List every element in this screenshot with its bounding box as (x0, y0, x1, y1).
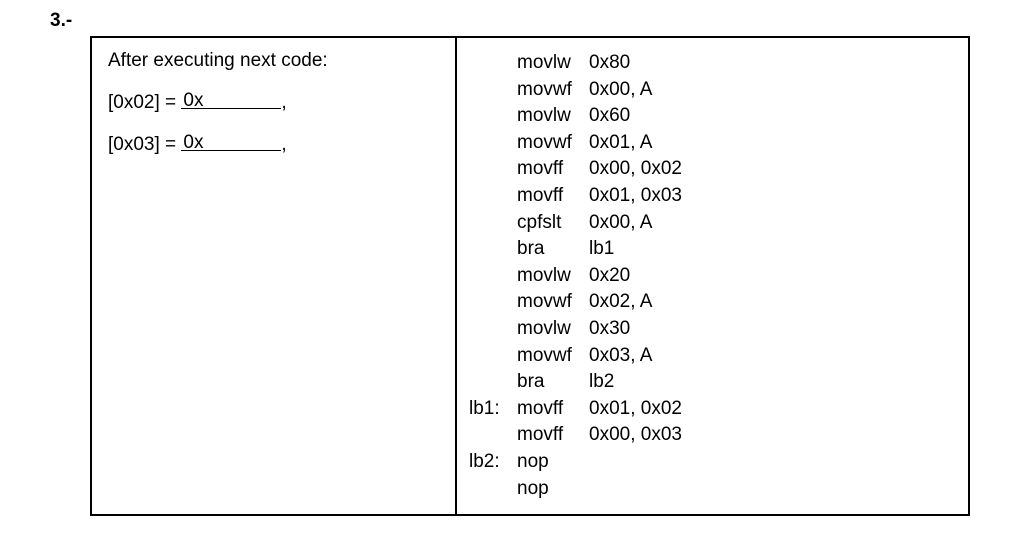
blank-underline-text: 0x (181, 90, 203, 111)
code-line: movwf0x02, A (469, 289, 952, 316)
code-args: 0x30 (589, 316, 630, 343)
code-args: lb1 (589, 236, 614, 263)
code-label (469, 236, 517, 263)
code-label (469, 210, 517, 237)
code-line: movlw0x80 (469, 50, 952, 77)
code-op: bra (517, 236, 589, 263)
code-op: movff (517, 156, 589, 183)
blank-prefix: [0x02] = (108, 92, 181, 113)
code-label (469, 316, 517, 343)
code-line: nop (469, 476, 952, 503)
blank-underline: 0x (181, 132, 281, 151)
code-args: 0x03, A (589, 343, 652, 370)
code-label (469, 422, 517, 449)
question-number: 3.- (30, 10, 994, 32)
code-op: movff (517, 183, 589, 210)
prompt-text: After executing next code: (108, 50, 439, 72)
code-line: movlw0x30 (469, 316, 952, 343)
code-op: movwf (517, 289, 589, 316)
code-label (469, 77, 517, 104)
code-args: lb2 (589, 369, 614, 396)
code-args: 0x00, 0x03 (589, 422, 682, 449)
code-args: 0x00, A (589, 77, 652, 104)
blank-underline: 0x (181, 90, 281, 109)
code-line: movlw0x60 (469, 103, 952, 130)
code-op: movwf (517, 343, 589, 370)
code-args: 0x00, A (589, 210, 652, 237)
blank-suffix: , (281, 92, 286, 113)
code-args: 0x60 (589, 103, 630, 130)
code-args: 0x01, 0x02 (589, 396, 682, 423)
code-line: movff0x00, 0x02 (469, 156, 952, 183)
right-column: movlw0x80movwf0x00, Amovlw0x60movwf0x01,… (457, 38, 968, 514)
code-line: cpfslt0x00, A (469, 210, 952, 237)
code-op: bra (517, 369, 589, 396)
code-label (469, 263, 517, 290)
question-container: After executing next code: [0x02] = 0x, … (90, 36, 970, 516)
code-label (469, 130, 517, 157)
code-label (469, 103, 517, 130)
code-args: 0x00, 0x02 (589, 156, 682, 183)
code-label (469, 369, 517, 396)
code-line: movwf0x03, A (469, 343, 952, 370)
code-op: movff (517, 396, 589, 423)
code-line: lb2:nop (469, 449, 952, 476)
code-label (469, 50, 517, 77)
blank-row-0: [0x02] = 0x, (108, 92, 439, 114)
code-args: 0x80 (589, 50, 630, 77)
code-line: movwf0x01, A (469, 130, 952, 157)
code-line: movff0x01, 0x03 (469, 183, 952, 210)
code-line: lb1:movff0x01, 0x02 (469, 396, 952, 423)
code-op: movlw (517, 103, 589, 130)
code-label (469, 343, 517, 370)
code-op: movlw (517, 50, 589, 77)
code-label: lb2: (469, 449, 517, 476)
code-args: 0x01, A (589, 130, 652, 157)
code-label: lb1: (469, 396, 517, 423)
code-op: movff (517, 422, 589, 449)
code-label (469, 183, 517, 210)
code-op: movwf (517, 130, 589, 157)
blank-row-1: [0x03] = 0x, (108, 134, 439, 156)
left-column: After executing next code: [0x02] = 0x, … (92, 38, 457, 514)
code-op: nop (517, 476, 589, 503)
code-line: bralb1 (469, 236, 952, 263)
code-label (469, 289, 517, 316)
code-block: movlw0x80movwf0x00, Amovlw0x60movwf0x01,… (469, 50, 952, 502)
code-line: bralb2 (469, 369, 952, 396)
blank-suffix: , (281, 134, 286, 155)
code-op: movwf (517, 77, 589, 104)
code-args: 0x02, A (589, 289, 652, 316)
code-label (469, 156, 517, 183)
code-line: movlw0x20 (469, 263, 952, 290)
blank-underline-text: 0x (181, 132, 203, 153)
code-op: cpfslt (517, 210, 589, 237)
code-label (469, 476, 517, 503)
code-op: nop (517, 449, 589, 476)
code-args: 0x20 (589, 263, 630, 290)
code-op: movlw (517, 316, 589, 343)
code-args: 0x01, 0x03 (589, 183, 682, 210)
blank-prefix: [0x03] = (108, 134, 181, 155)
code-line: movff0x00, 0x03 (469, 422, 952, 449)
code-op: movlw (517, 263, 589, 290)
code-line: movwf0x00, A (469, 77, 952, 104)
